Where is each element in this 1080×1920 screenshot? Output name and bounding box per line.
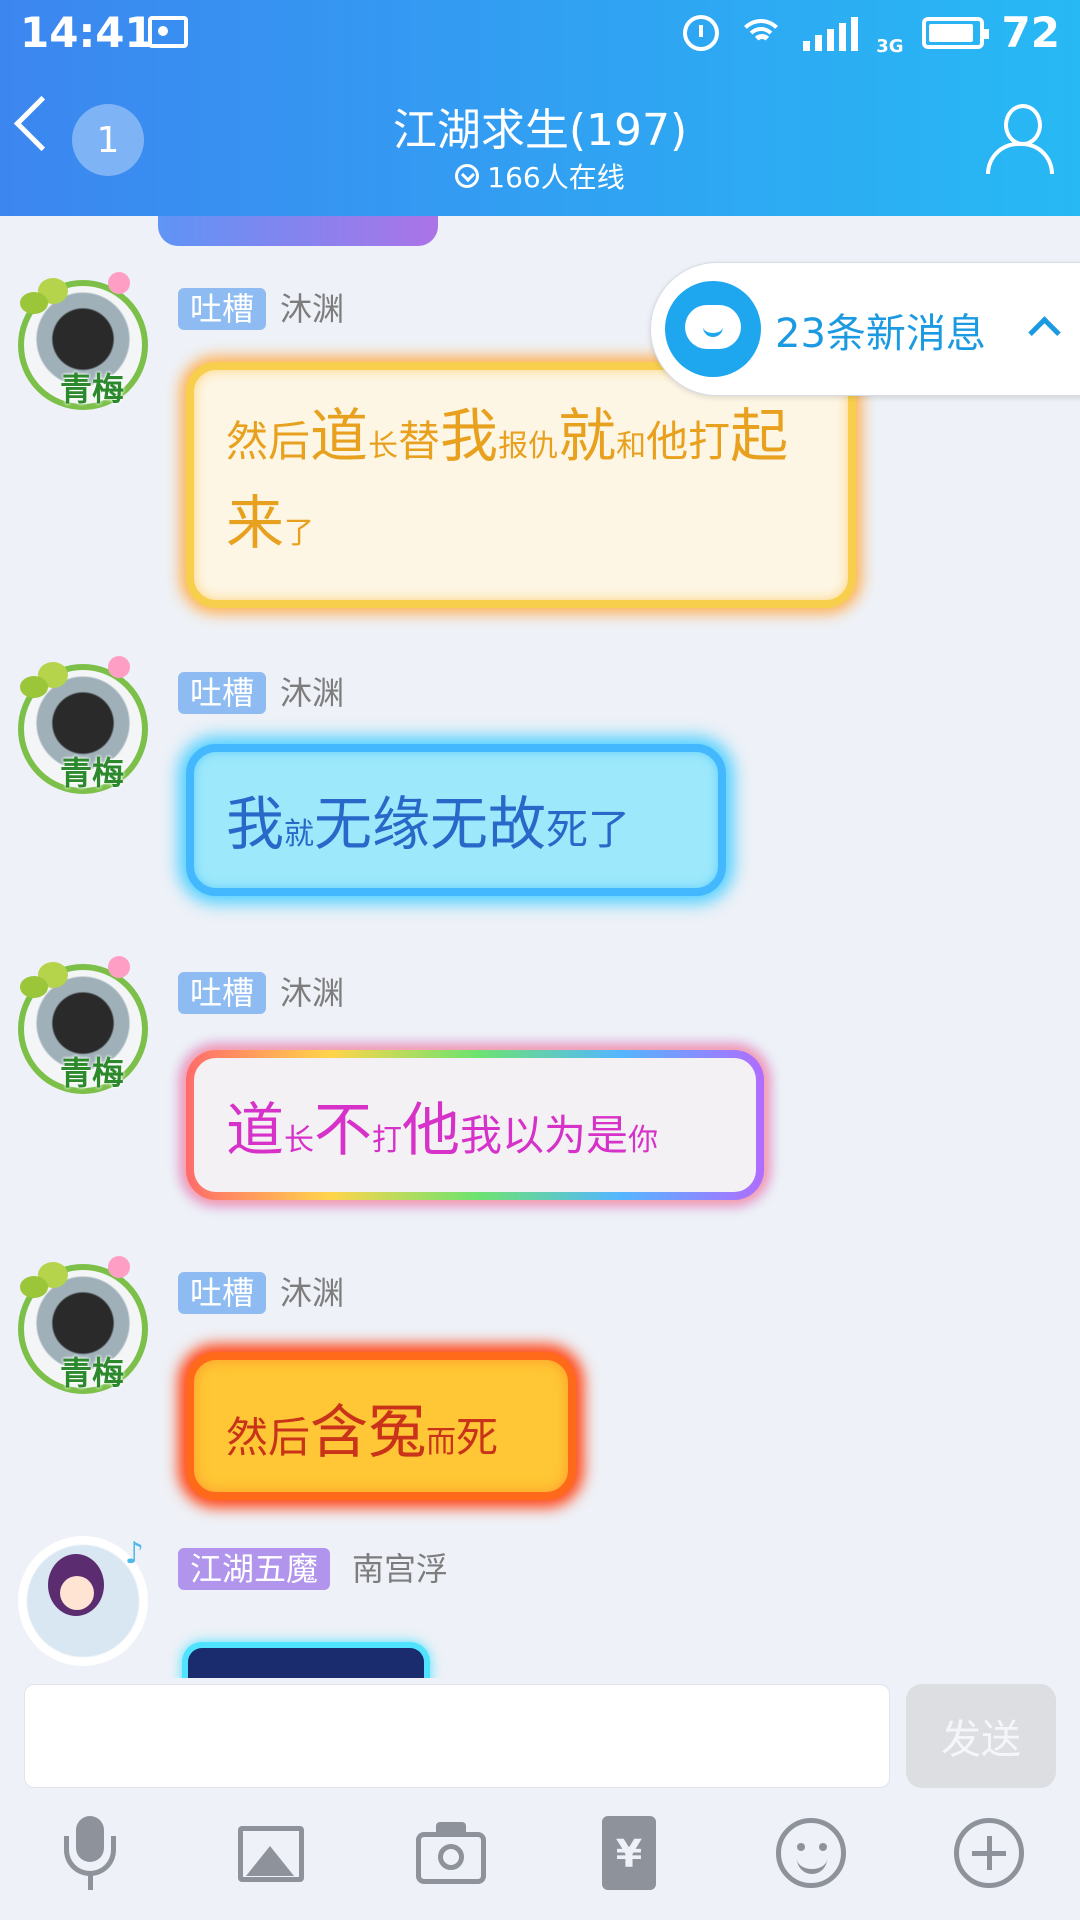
sender-name[interactable]: 沐渊 — [280, 972, 344, 1014]
sender-name[interactable]: 南宫浮 — [352, 1548, 448, 1590]
message-text-segment: 你 — [628, 1123, 659, 1158]
message-list[interactable]: 青梅 吐槽 沐渊 然后道长替我报仇就和他打起来了 青梅 吐槽 沐渊 我就无缘无故… — [0, 216, 1080, 1678]
message-text-segment: 死了 — [546, 805, 631, 854]
member-title-badge: 吐槽 — [178, 672, 267, 714]
previous-message-bubble-partial — [158, 216, 438, 246]
message-text-segment: 他打 — [646, 417, 731, 466]
message-text: 我就无缘无故死了 — [226, 782, 686, 881]
member-title-badge: 吐槽 — [178, 1272, 267, 1314]
avatar[interactable]: ♪ — [18, 1536, 148, 1666]
microphone-icon[interactable] — [50, 1816, 130, 1896]
message-text: 道长不打他我以为是你 — [226, 1088, 724, 1187]
message-bubble[interactable]: 然后含冤而死 — [186, 1352, 576, 1500]
sender-name[interactable]: 沐渊 — [280, 1272, 344, 1314]
message-text-segment: 道 — [310, 402, 369, 470]
image-notification-icon — [148, 16, 188, 48]
member-title-badge: 江湖五魔 — [178, 1548, 331, 1590]
avatar[interactable]: 青梅 — [18, 272, 148, 410]
avatar[interactable]: 青梅 — [18, 1256, 148, 1394]
emoji-icon[interactable] — [776, 1816, 856, 1896]
image-icon[interactable] — [236, 1816, 316, 1896]
sender-name[interactable]: 沐渊 — [280, 672, 344, 714]
message-text-segment: 我以为是 — [460, 1111, 629, 1160]
music-note-icon: ♪ — [124, 1536, 144, 1571]
online-count-label: 166人在线 — [487, 161, 625, 194]
chevron-down-circle-icon — [455, 164, 480, 188]
new-messages-label: 23条新消息 — [775, 311, 986, 357]
red-packet-icon[interactable]: ¥ — [594, 1816, 674, 1896]
send-button[interactable]: 发送 — [906, 1684, 1056, 1788]
chat-header: 14:41 3G 72 1 江湖求生(197) 166人在线 — [0, 0, 1080, 216]
plus-icon[interactable] — [954, 1816, 1034, 1896]
message-text: 然后道长替我报仇就和他打起来了 — [226, 400, 816, 574]
message-text-segment: 不 — [314, 1096, 373, 1164]
status-bar: 14:41 3G 72 — [0, 0, 1080, 70]
message-bubble[interactable]: 道长不打他我以为是你 — [186, 1050, 764, 1200]
sender-name[interactable]: 沐渊 — [280, 288, 344, 330]
message-text-segment: 了 — [284, 516, 315, 551]
battery-level: 72 — [1001, 8, 1060, 57]
status-time: 14:41 — [20, 8, 154, 57]
chat-bubble-icon — [665, 281, 761, 377]
message-text-segment: 无缘无故 — [314, 790, 547, 858]
message-text-segment: 我 — [226, 790, 285, 858]
member-title-badge: 吐槽 — [178, 972, 267, 1014]
avatar[interactable]: 青梅 — [18, 956, 148, 1094]
message-text-segment: 然后 — [226, 417, 311, 466]
chevron-up-icon — [1028, 316, 1061, 349]
message-text-segment: 道 — [226, 1096, 285, 1164]
message-text-segment: 然后 — [226, 1413, 311, 1462]
camera-icon[interactable] — [416, 1816, 496, 1896]
message-text-segment: 死 — [456, 1413, 499, 1462]
avatar[interactable]: 青梅 — [18, 656, 148, 794]
input-toolbar: ¥ — [0, 1816, 1080, 1916]
message-text-segment: 就 — [558, 402, 617, 470]
message-bubble[interactable]: 我就无缘无故死了 — [186, 744, 726, 896]
message-text-segment: 长 — [284, 1123, 315, 1158]
member-title-badge: 吐槽 — [178, 288, 267, 330]
signal-icon — [803, 15, 859, 51]
message-text-segment: 和 — [616, 429, 647, 464]
message-bubble-partial[interactable] — [182, 1642, 430, 1678]
message-text-segment: 打 — [372, 1123, 403, 1158]
message-text: 然后含冤而死 — [226, 1390, 536, 1489]
message-bubble[interactable]: 然后道长替我报仇就和他打起来了 — [186, 362, 856, 608]
new-messages-button[interactable]: 23条新消息 — [650, 262, 1080, 396]
message-text-segment: 我 — [440, 402, 499, 470]
message-text-segment: 长 — [368, 429, 399, 464]
wifi-icon — [737, 15, 786, 51]
group-title: 江湖求生(197) — [392, 105, 688, 156]
message-text-segment: 含冤 — [310, 1398, 427, 1466]
network-type: 3G — [876, 36, 904, 57]
message-text-segment: 而 — [426, 1425, 457, 1460]
message-text-segment: 替 — [398, 417, 441, 466]
battery-icon — [921, 16, 989, 49]
message-input[interactable] — [24, 1684, 890, 1788]
group-members-icon[interactable] — [982, 104, 1054, 174]
message-text-segment: 报仇 — [498, 429, 559, 464]
status-right: 3G 72 — [683, 8, 1060, 57]
message-text-segment: 他 — [402, 1096, 461, 1164]
composer: 发送 ¥ — [0, 1678, 1080, 1920]
alarm-icon — [683, 14, 720, 51]
message-text-segment: 就 — [284, 817, 315, 852]
online-count[interactable]: 166人在线 — [0, 156, 1080, 196]
